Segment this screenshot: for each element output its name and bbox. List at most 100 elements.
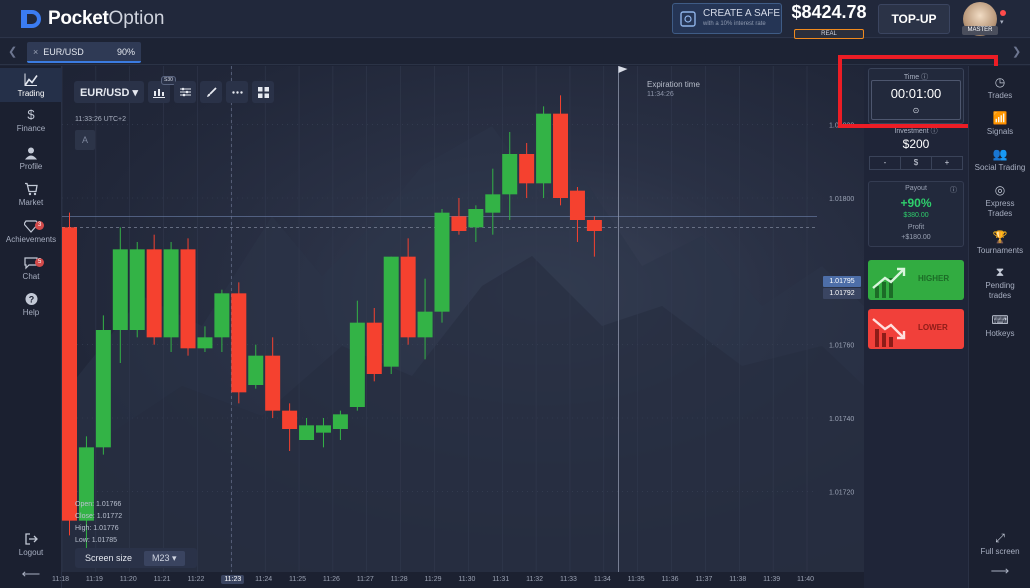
price-chart[interactable]: 1.018201.018001.017601.017401.01720 [62, 66, 864, 572]
candle-body [282, 410, 298, 429]
candle-body [315, 425, 331, 433]
candle-body [536, 113, 552, 184]
sidebar-item-label: Signals [986, 127, 1014, 136]
svg-text:?: ? [28, 295, 34, 305]
sidebar-item-signals[interactable]: 📶 Signals [969, 112, 1030, 137]
expiration-label: Expiration time [647, 80, 700, 89]
layout-button[interactable] [252, 81, 274, 103]
time-tick-label: 11:22 [187, 576, 205, 583]
time-tick-label: 11:30 [458, 576, 476, 583]
indicators-button[interactable] [174, 81, 196, 103]
lower-button[interactable]: LOWER [868, 309, 964, 349]
sidebar-item-social-trading[interactable]: 👥 Social Trading [969, 148, 1030, 173]
screen-size-label: Screen size [85, 553, 133, 563]
candle-body [569, 190, 585, 220]
sidebar-item-chat[interactable]: 5 Chat [0, 256, 62, 281]
increase-investment-button[interactable]: + [932, 157, 962, 169]
cart-icon [24, 182, 38, 196]
time-axis: 11:18 11:19 11:20 11:21 11:22 11:23 11:24 11:25… [52, 572, 864, 588]
candle-body [468, 209, 484, 228]
candles-icon [153, 88, 165, 98]
account-balance[interactable]: $8424.78 REAL [790, 2, 868, 39]
chart-toolbar: EUR/USD ▾ S30 [74, 76, 274, 105]
arrow-right-icon[interactable]: ⟶ [969, 564, 1030, 577]
higher-button[interactable]: HIGHER [868, 260, 964, 300]
safe-icon [680, 10, 696, 27]
time-tick-label: 11:29 [424, 576, 442, 583]
achievements-badge: 3 [35, 221, 45, 230]
sidebar-item-profile[interactable]: Profile [0, 146, 62, 171]
lower-label: LOWER [918, 323, 948, 332]
logo-icon [21, 10, 41, 28]
logout-icon [24, 533, 38, 545]
sidebar-item-tournaments[interactable]: 🏆 Tournaments [969, 231, 1030, 256]
sidebar-item-trades[interactable]: ◷ Trades [969, 76, 1030, 101]
price-tick-label: 1.01760 [829, 343, 854, 350]
screen-size-select[interactable]: M23 ▾ [144, 550, 185, 566]
trend-up-icon [872, 267, 906, 298]
fullscreen-button[interactable]: ⤢ Full screen [969, 532, 1030, 557]
logout-button[interactable]: Logout [0, 532, 62, 557]
open-price-tag: 1.01792 [823, 288, 861, 299]
time-tick-label: 11:35 [627, 576, 645, 583]
pair-select[interactable]: EUR/USD ▾ [74, 81, 144, 103]
time-tick-label: 11:36 [661, 576, 679, 583]
candle-body [248, 355, 264, 385]
tab-eur-usd[interactable]: × EUR/USD 90% [27, 42, 141, 63]
time-tick-label: 11:37 [695, 576, 713, 583]
drawing-tools-button[interactable] [200, 81, 222, 103]
logo[interactable]: Pocket Option [18, 7, 165, 31]
expand-icon: ⤢ [995, 531, 1005, 545]
candle-body [519, 154, 535, 184]
logout-label: Logout [18, 548, 44, 557]
time-tick-label: 11:26 [322, 576, 340, 583]
top-up-button[interactable]: TOP-UP [878, 4, 950, 34]
time-tick-label: 11:20 [119, 576, 137, 583]
sidebar-item-help[interactable]: ? Help [0, 292, 62, 317]
indicator-toggle[interactable]: A [75, 130, 95, 150]
chevron-right-icon[interactable]: ❯ [1012, 45, 1021, 58]
chat-badge: 5 [35, 258, 45, 267]
decrease-investment-button[interactable]: - [870, 157, 901, 169]
info-icon[interactable]: ⓘ [950, 185, 957, 195]
brush-icon [206, 86, 217, 97]
sidebar-item-market[interactable]: Market [0, 182, 62, 207]
candle-body [163, 249, 179, 338]
time-tick-label: 11:34 [593, 576, 611, 583]
logo-text-bold: Pocket [48, 8, 109, 29]
investment-value[interactable]: $200 [868, 137, 964, 151]
sidebar-item-hotkeys[interactable]: ⌨ Hotkeys [969, 314, 1030, 339]
chart-type-button[interactable]: S30 [148, 76, 176, 103]
people-icon: 👥 [992, 147, 1008, 161]
balance-value: $8424.78 [791, 2, 867, 22]
payout-percent: +90% [900, 196, 932, 210]
dots-icon [231, 90, 243, 94]
sidebar-item-express-trades[interactable]: ◎ Express Trades [969, 184, 1030, 219]
chevron-left-icon[interactable]: ❮ [8, 45, 17, 58]
price-tick-label: 1.01720 [829, 489, 854, 496]
ohlc-open: Open: 1.01766 [75, 501, 122, 508]
sidebar-item-trading[interactable]: Trading [0, 68, 62, 102]
higher-label: HIGHER [918, 274, 950, 283]
chevron-down-icon[interactable]: ▾ [1000, 18, 1004, 26]
candle-body [383, 256, 399, 367]
sidebar-item-label: Trading [17, 89, 45, 98]
candle-body [231, 293, 247, 393]
grid-icon [257, 86, 269, 98]
currency-toggle-button[interactable]: $ [901, 157, 932, 169]
time-tick-label: 11:23 [221, 575, 245, 584]
create-safe-button[interactable]: CREATE A SAFE with a 10% interest rate [672, 3, 782, 34]
chart-clock: 11:33:26 UTC+2 [75, 116, 127, 123]
close-icon[interactable]: × [33, 47, 38, 57]
chart-area[interactable]: 1.01820 1.01800 1.01760 1.01740 1.01720 1.01… [62, 66, 864, 572]
top-bar: Pocket Option CREATE A SAFE with a 10% in… [0, 0, 1030, 39]
sidebar-item-achievements[interactable]: 3 Achievements [0, 219, 62, 244]
more-options-button[interactable] [226, 81, 248, 103]
time-tick-label: 11:28 [390, 576, 408, 583]
time-tick-label: 11:25 [289, 576, 307, 583]
sidebar-item-label: Social Trading [974, 163, 1026, 172]
candle-body [434, 212, 450, 312]
help-icon: ? [25, 293, 37, 305]
sidebar-item-pending-trades[interactable]: ⧗ Pending trades [969, 266, 1030, 301]
sidebar-item-finance[interactable]: $ Finance [0, 108, 62, 134]
